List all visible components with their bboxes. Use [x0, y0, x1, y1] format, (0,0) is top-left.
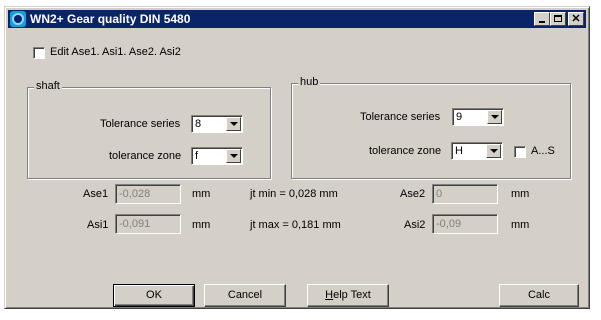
jt-max-text: jt max = 0,181 mm — [250, 219, 341, 231]
shaft-group: shaft — [27, 80, 271, 179]
shaft-tolerance-zone-value: f — [195, 150, 199, 162]
help-text-label: elp Text — [333, 289, 371, 301]
asi1-label: Asi1 — [87, 219, 109, 231]
asi1-field[interactable]: -0,091 — [115, 214, 181, 234]
as-checkbox-label: A...S — [531, 145, 555, 157]
calc-button[interactable]: Calc — [499, 284, 579, 307]
help-text-button[interactable]: Help Text — [307, 284, 389, 307]
minimize-icon — [539, 21, 545, 23]
chevron-down-icon[interactable] — [226, 149, 241, 163]
dialog-window: WN2+ Gear quality DIN 5480 ✕ Edit Ase1. … — [4, 6, 590, 309]
chevron-down-icon[interactable] — [486, 144, 501, 158]
hub-tolerance-series-select[interactable]: 9 — [452, 108, 504, 126]
window-title: WN2+ Gear quality DIN 5480 — [30, 12, 191, 26]
ase2-field[interactable]: 0 — [432, 184, 498, 204]
ase1-field[interactable]: -0,028 — [115, 184, 181, 204]
close-icon: ✕ — [571, 13, 581, 25]
maximize-button[interactable] — [550, 12, 566, 26]
chevron-down-icon[interactable] — [487, 110, 502, 124]
shaft-tolerance-zone-label: tolerance zone — [109, 150, 182, 162]
ase1-label: Ase1 — [83, 188, 109, 200]
hub-group: hub — [291, 76, 571, 179]
maximize-icon — [554, 15, 562, 22]
ase2-unit: mm — [511, 188, 530, 200]
jt-min-text: jt min = 0,028 mm — [250, 188, 338, 200]
hub-tolerance-zone-value: H — [455, 145, 463, 157]
shaft-tolerance-zone-select[interactable]: f — [191, 147, 243, 165]
hub-tolerance-zone-label: tolerance zone — [369, 145, 442, 157]
ok-button[interactable]: OK — [113, 284, 195, 307]
hub-tolerance-zone-select[interactable]: H — [451, 142, 503, 160]
asi2-label: Asi2 — [404, 219, 426, 231]
chevron-down-icon[interactable] — [226, 117, 241, 131]
help-text-accelerator: H — [325, 289, 334, 301]
hub-tolerance-series-value: 9 — [456, 111, 463, 123]
asi1-unit: mm — [192, 219, 211, 231]
asi2-field[interactable]: -0,09 — [432, 214, 498, 234]
shaft-tolerance-series-value: 8 — [195, 118, 202, 130]
ase2-label: Ase2 — [400, 188, 426, 200]
edit-values-label: Edit Ase1. Asi1. Ase2. Asi2 — [50, 46, 181, 58]
hub-tolerance-series-label: Tolerance series — [360, 111, 441, 123]
shaft-tolerance-series-label: Tolerance series — [100, 118, 181, 130]
asi2-unit: mm — [511, 219, 530, 231]
edit-values-checkbox[interactable] — [33, 47, 45, 59]
ase1-unit: mm — [192, 188, 211, 200]
minimize-button[interactable] — [534, 12, 550, 26]
title-bar[interactable]: WN2+ Gear quality DIN 5480 ✕ — [8, 10, 586, 28]
cancel-button[interactable]: Cancel — [204, 284, 286, 307]
as-checkbox[interactable] — [514, 146, 526, 158]
app-gear-icon — [10, 11, 26, 27]
shaft-group-title: shaft — [34, 80, 62, 92]
close-button[interactable]: ✕ — [568, 12, 584, 26]
shaft-tolerance-series-select[interactable]: 8 — [191, 115, 243, 133]
hub-group-title: hub — [298, 76, 321, 88]
